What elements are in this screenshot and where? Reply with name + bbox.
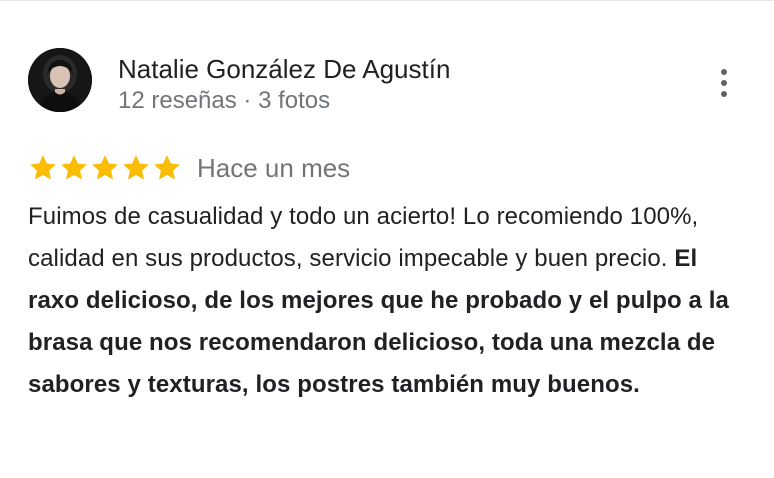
- author-info: Natalie González De Agustín 12 reseñas ·…: [118, 52, 450, 116]
- author-name[interactable]: Natalie González De Agustín: [118, 52, 450, 86]
- more-options-button[interactable]: [718, 66, 730, 106]
- review-text: Fuimos de casualidad y todo un acierto! …: [28, 196, 750, 406]
- more-vert-icon: [718, 69, 730, 97]
- star-icon: [92, 155, 118, 180]
- star-rating: [28, 153, 183, 183]
- star-icon: [30, 155, 56, 180]
- rating-row: Hace un mes: [28, 150, 350, 186]
- star-icon: [61, 155, 87, 180]
- avatar-photo: [28, 48, 92, 112]
- star-icon: [123, 155, 149, 180]
- review-date: Hace un mes: [197, 152, 351, 183]
- review-header: Natalie González De Agustín 12 reseñas ·…: [28, 48, 746, 114]
- author-meta: 12 reseñas · 3 fotos: [118, 87, 331, 114]
- avatar[interactable]: [28, 48, 92, 112]
- star-icon: [154, 155, 180, 180]
- review-text-regular: Fuimos de casualidad y todo un acierto! …: [28, 203, 699, 272]
- top-divider: [0, 0, 774, 1]
